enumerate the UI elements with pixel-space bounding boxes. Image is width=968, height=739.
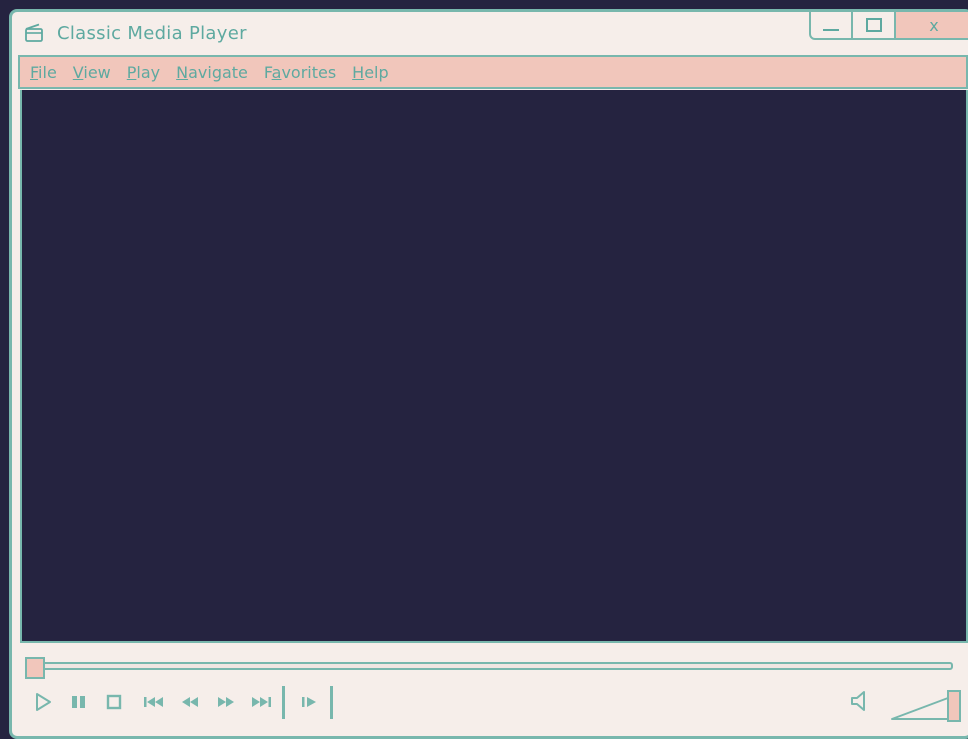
menu-view[interactable]: View [73,63,111,82]
title-bar[interactable]: Classic Media Player x [12,10,968,56]
fast-forward-button[interactable] [215,690,237,714]
menu-help[interactable]: Help [352,63,388,82]
menu-bar: File View Play Navigate Favorites Help [18,55,968,89]
stop-button[interactable] [103,690,125,714]
frame-step-button[interactable] [298,690,320,714]
menu-favorites[interactable]: Favorites [264,63,336,82]
skip-back-icon [144,697,163,707]
skip-forward-icon [252,697,271,707]
maximize-icon [865,18,882,32]
close-icon: x [929,15,939,35]
play-button[interactable] [32,690,54,714]
clapperboard-icon [25,23,43,42]
skip-forward-button[interactable] [249,690,273,714]
frame-step-icon [302,697,316,707]
skip-back-button[interactable] [142,690,166,714]
menu-navigate[interactable]: Navigate [176,63,248,82]
control-separator [330,686,333,719]
control-separator [282,686,285,719]
media-player-window: Classic Media Player x File View Play Na… [9,9,968,739]
volume-slider[interactable] [890,685,968,725]
window-title: Classic Media Player [57,23,247,44]
fast-forward-icon [218,697,234,707]
seek-bar[interactable] [26,662,953,670]
menu-file[interactable]: File [30,63,57,82]
close-button[interactable]: x [894,10,968,40]
pause-button[interactable] [68,690,90,714]
pause-icon [72,696,85,708]
menu-play[interactable]: Play [127,63,160,82]
seek-thumb[interactable] [25,657,45,679]
rewind-icon [182,697,198,707]
stop-icon [106,694,122,710]
maximize-button[interactable] [851,10,896,40]
rewind-button[interactable] [179,690,201,714]
volume-icon[interactable] [848,688,874,714]
minimize-icon [823,29,839,31]
video-display[interactable] [20,90,968,643]
play-icon [36,693,51,711]
minimize-button[interactable] [809,10,853,40]
volume-thumb [947,690,961,722]
